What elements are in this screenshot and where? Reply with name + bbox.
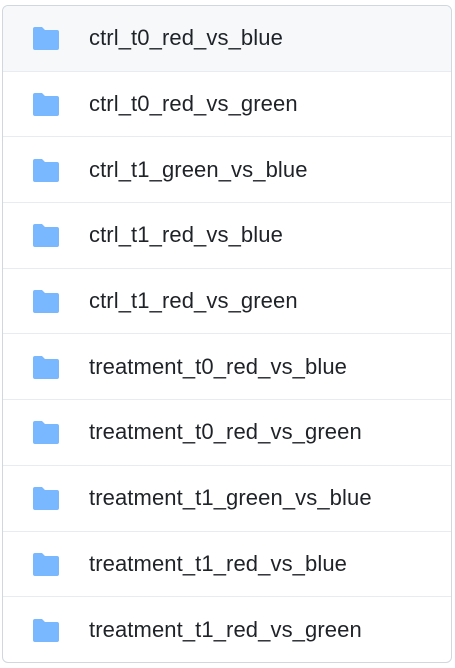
folder-name-link[interactable]: treatment_t0_red_vs_blue: [89, 354, 347, 380]
folder-name-link[interactable]: treatment_t1_red_vs_green: [89, 617, 362, 643]
folder-name-link[interactable]: treatment_t1_green_vs_blue: [89, 485, 372, 511]
folder-name-link[interactable]: treatment_t0_red_vs_green: [89, 419, 362, 445]
folder-row[interactable]: treatment_t1_green_vs_blue: [3, 466, 451, 532]
folder-row[interactable]: ctrl_t1_green_vs_blue: [3, 137, 451, 204]
folder-row[interactable]: treatment_t0_red_vs_blue: [3, 334, 451, 401]
folder-list: ctrl_t0_red_vs_blue ctrl_t0_red_vs_green…: [2, 5, 452, 663]
folder-icon: [31, 354, 61, 380]
folder-row[interactable]: treatment_t1_red_vs_green: [3, 597, 451, 662]
folder-icon: [31, 157, 61, 183]
folder-icon: [31, 485, 61, 511]
folder-name-link[interactable]: treatment_t1_red_vs_blue: [89, 551, 347, 577]
folder-row[interactable]: treatment_t1_red_vs_blue: [3, 532, 451, 598]
folder-icon: [31, 25, 61, 51]
folder-row[interactable]: treatment_t0_red_vs_green: [3, 400, 451, 466]
folder-name-link[interactable]: ctrl_t1_red_vs_green: [89, 288, 298, 314]
folder-name-link[interactable]: ctrl_t1_green_vs_blue: [89, 157, 308, 183]
folder-row[interactable]: ctrl_t0_red_vs_green: [3, 72, 451, 138]
folder-row[interactable]: ctrl_t0_red_vs_blue: [3, 6, 451, 72]
folder-icon: [31, 91, 61, 117]
folder-name-link[interactable]: ctrl_t0_red_vs_blue: [89, 25, 283, 51]
folder-icon: [31, 419, 61, 445]
folder-icon: [31, 222, 61, 248]
folder-icon: [31, 617, 61, 643]
folder-name-link[interactable]: ctrl_t0_red_vs_green: [89, 91, 298, 117]
folder-row[interactable]: ctrl_t1_red_vs_green: [3, 269, 451, 335]
folder-icon: [31, 551, 61, 577]
folder-name-link[interactable]: ctrl_t1_red_vs_blue: [89, 222, 283, 248]
folder-row[interactable]: ctrl_t1_red_vs_blue: [3, 203, 451, 269]
folder-icon: [31, 288, 61, 314]
